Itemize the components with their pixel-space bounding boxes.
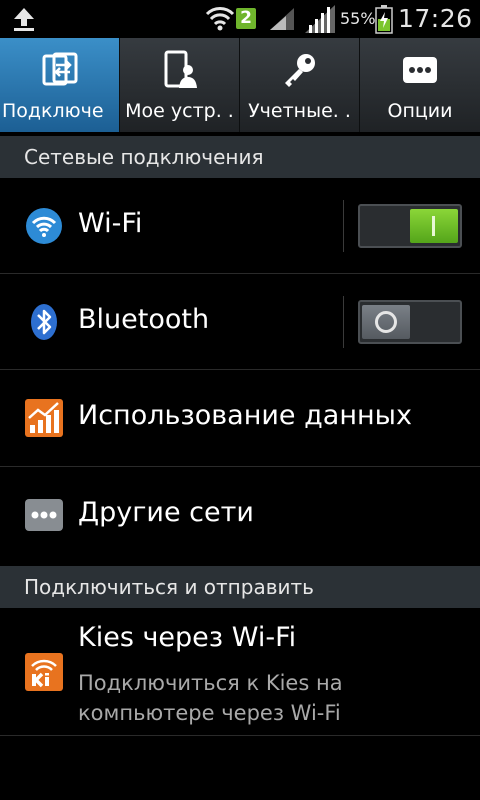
more-options-icon <box>403 57 437 83</box>
tab-options[interactable]: Опции <box>360 38 480 132</box>
upload-icon <box>14 8 34 31</box>
wifi-toggle[interactable] <box>358 204 462 248</box>
toggle-knob <box>410 209 458 243</box>
bluetooth-toggle[interactable] <box>358 300 462 344</box>
wifi-status-icon <box>205 7 235 31</box>
data-usage-row[interactable]: Использование данных <box>0 370 480 467</box>
more-networks-row[interactable]: Другие сети <box>0 467 480 566</box>
kies-wifi-row[interactable]: Kies через Wi-Fi Подключиться к Kies на … <box>0 608 480 736</box>
tab-label: Подключе <box>2 100 104 122</box>
kies-wifi-label: Kies через Wi-Fi <box>78 622 297 653</box>
data-usage-label: Использование данных <box>78 400 412 431</box>
wifi-label: Wi-Fi <box>78 208 143 239</box>
connections-icon <box>42 52 78 86</box>
signal-strength-icon <box>270 8 294 30</box>
accounts-key-icon <box>285 54 315 87</box>
more-networks-label: Другие сети <box>78 497 254 528</box>
signal-strength-2-icon <box>305 5 335 33</box>
tab-label: Учетные. . <box>248 100 351 122</box>
tab-connections[interactable]: Подключе <box>0 38 120 132</box>
divider <box>343 200 344 252</box>
wifi-icon <box>26 208 62 244</box>
more-networks-icon <box>25 499 63 531</box>
bluetooth-label: Bluetooth <box>78 304 210 335</box>
bluetooth-row[interactable]: Bluetooth <box>0 274 480 370</box>
toggle-knob <box>362 305 410 339</box>
tab-label: Мое устр. . <box>125 100 234 122</box>
battery-charging-icon <box>375 5 393 34</box>
battery-percent: 55% <box>340 9 376 28</box>
tab-my-device[interactable]: Мое устр. . <box>120 38 240 132</box>
kies-wifi-icon <box>25 653 63 691</box>
divider <box>343 296 344 348</box>
section-header-network: Сетевые подключения <box>0 136 480 178</box>
data-usage-icon <box>25 399 63 437</box>
my-device-icon <box>164 50 197 88</box>
tab-accounts[interactable]: Учетные. . <box>240 38 360 132</box>
tab-label: Опции <box>387 100 453 122</box>
kies-wifi-subtitle: Подключиться к Kies на компьютере через … <box>78 671 343 725</box>
tab-bar: Подключе Мое устр. . Учетные. . Опции <box>0 38 480 132</box>
clock: 17:26 <box>398 4 473 33</box>
section-header-connect-share: Подключиться и отправить <box>0 566 480 608</box>
wifi-row[interactable]: Wi-Fi <box>0 178 480 274</box>
bluetooth-icon <box>31 304 57 340</box>
sim-slot-badge: 2 <box>236 8 256 29</box>
status-bar: 2 55% 17:26 <box>0 0 480 38</box>
